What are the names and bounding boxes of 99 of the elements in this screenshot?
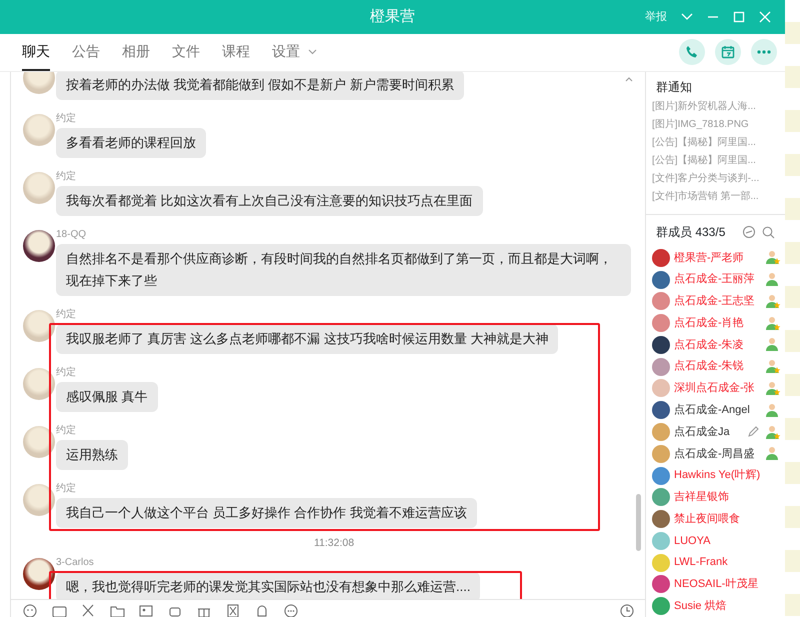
avatar bbox=[23, 484, 55, 516]
tab[interactable]: 相册 bbox=[122, 41, 150, 71]
member-item[interactable]: 禁止夜间喂食 bbox=[646, 508, 785, 530]
timestamp: 11:32:08 bbox=[312, 536, 356, 551]
collapse-icon[interactable] bbox=[625, 76, 633, 82]
history-icon[interactable] bbox=[620, 604, 635, 617]
message-bubble: 我每次看都觉着 比如这次看有上次自己没有注意要的知识技巧点在里面 bbox=[56, 186, 483, 216]
member-avatar bbox=[652, 575, 670, 594]
smiley-icon[interactable] bbox=[23, 604, 38, 617]
more-icon bbox=[757, 50, 771, 54]
message-bubble: 感叹佩服 真牛 bbox=[56, 382, 158, 412]
member-avatar bbox=[652, 336, 670, 354]
member-avatar bbox=[652, 401, 670, 420]
maximize-icon bbox=[733, 11, 745, 23]
message-bubble: 我叹服老师了 真厉害 这么多点老师哪都不漏 这技巧我啥时候运用数量 大神就是大神 bbox=[56, 324, 558, 354]
notice-item[interactable]: [公告]【揭秘】阿里国... bbox=[646, 134, 785, 152]
sender-name: 约定 bbox=[56, 170, 77, 184]
sender-name: 约定 bbox=[56, 112, 77, 126]
window-title: 橙果营 bbox=[370, 6, 415, 27]
member-filter-icon[interactable] bbox=[742, 225, 756, 239]
avatar bbox=[23, 230, 55, 262]
notice-item[interactable]: [文件]客户分类与谈判-... bbox=[646, 170, 785, 188]
member-item[interactable]: 点石成金-朱凌 bbox=[646, 334, 785, 356]
avatar bbox=[23, 310, 55, 342]
calendar-button[interactable] bbox=[715, 39, 741, 65]
tab[interactable]: 课程 bbox=[222, 41, 250, 71]
message-bubble: 按着老师的办法做 我觉着都能做到 假如不是新户 新户需要时间积累 bbox=[56, 72, 464, 100]
member-avatar bbox=[652, 532, 670, 550]
member-avatar bbox=[652, 270, 670, 289]
member-item[interactable]: NEOSAIL-叶茂星 bbox=[646, 573, 785, 596]
sender-name: 18-QQ bbox=[56, 228, 88, 242]
member-item[interactable]: 点石成金-王丽萍 bbox=[646, 268, 785, 291]
member-avatar bbox=[652, 248, 670, 267]
message-bubble: 自然排名不是看那个供应商诊断，有段时间我的自然排名页都做到了第一页，而且都是大词啊，现在掉下来了些 bbox=[56, 244, 631, 296]
message-bubble: 多看看老师的课程回放 bbox=[56, 128, 206, 158]
sender-name: 约定 bbox=[56, 366, 77, 380]
member-item[interactable]: 吉祥星银饰 bbox=[646, 486, 785, 508]
sender-name: 约定 bbox=[56, 424, 77, 438]
notice-item[interactable]: [图片]IMG_7818.PNG bbox=[646, 116, 785, 134]
tab[interactable]: 文件 bbox=[172, 41, 200, 71]
member-avatar bbox=[652, 358, 670, 376]
notice-item[interactable]: [公告]【揭秘】阿里国... bbox=[646, 152, 785, 170]
member-item[interactable]: 深圳点石成金-张 bbox=[646, 378, 785, 400]
member-avatar bbox=[652, 444, 670, 463]
folder-icon[interactable] bbox=[110, 604, 125, 617]
member-avatar bbox=[652, 466, 670, 485]
maximize-button[interactable] bbox=[733, 11, 745, 23]
avatar bbox=[23, 368, 55, 400]
member-avatar bbox=[652, 292, 670, 310]
message-bubble: 我自己一个人做这个平台 员工多好操作 合作协作 我觉着不难运营应该 bbox=[56, 498, 477, 528]
image-icon[interactable] bbox=[139, 604, 154, 617]
message-bubble: 运用熟练 bbox=[56, 440, 128, 470]
member-item[interactable]: 点石成金-朱锐 bbox=[646, 356, 785, 378]
more-icon[interactable] bbox=[284, 604, 299, 617]
search-icon[interactable] bbox=[762, 226, 775, 238]
member-avatar bbox=[652, 379, 670, 398]
notice-heading: 群通知 bbox=[655, 79, 693, 96]
sender-name: 约定 bbox=[56, 482, 77, 496]
avatar bbox=[23, 114, 55, 146]
member-avatar bbox=[652, 510, 670, 528]
member-avatar bbox=[652, 597, 670, 616]
member-avatar bbox=[652, 554, 670, 572]
member-item[interactable]: 点石成金-肖艳 bbox=[646, 312, 785, 334]
chevron-icon bbox=[681, 13, 693, 21]
dropdown-button[interactable] bbox=[681, 13, 693, 21]
scissors-icon[interactable] bbox=[81, 604, 96, 617]
member-item[interactable]: 点石成金-Angel bbox=[646, 399, 785, 422]
sender-name: 3-Carlos bbox=[56, 556, 95, 570]
member-item[interactable]: LWL-Frank bbox=[646, 552, 785, 574]
member-avatar bbox=[652, 488, 670, 506]
notice-item[interactable]: [图片]新外贸机器人海... bbox=[646, 98, 785, 116]
close-icon bbox=[759, 11, 771, 23]
member-item[interactable]: 点石成金Ja bbox=[646, 421, 785, 443]
calendar-icon bbox=[721, 45, 735, 59]
member-item[interactable]: LUOYA bbox=[646, 530, 785, 552]
notice-item[interactable]: [文件]市场营销 第一部... bbox=[646, 188, 785, 206]
member-item[interactable]: 点石成金-王志坚 bbox=[646, 290, 785, 312]
edit-icon[interactable] bbox=[747, 426, 759, 438]
more-button[interactable] bbox=[751, 39, 777, 65]
phone-icon bbox=[685, 45, 699, 59]
close-button[interactable] bbox=[759, 11, 771, 23]
scrollbar-thumb[interactable] bbox=[636, 494, 641, 551]
member-avatar bbox=[652, 423, 670, 441]
members-heading: 群成员 433/5 bbox=[656, 224, 726, 241]
sender-name: 约定 bbox=[56, 308, 77, 322]
member-item[interactable]: Hawkins Ye(叶辉) bbox=[646, 464, 785, 486]
member-item[interactable]: 点石成金-周昌盛 bbox=[646, 442, 785, 465]
report-button[interactable]: 举报 bbox=[645, 8, 667, 26]
phone-button[interactable] bbox=[679, 39, 705, 65]
avatar bbox=[23, 426, 55, 458]
avatar bbox=[23, 558, 55, 590]
message-bubble: 嗯，我也觉得听完老师的课发觉其实国际站也没有想象中那么难运营.... bbox=[56, 572, 480, 599]
member-item[interactable]: 橙果营-严老师 bbox=[646, 247, 785, 269]
tab[interactable]: 设置 bbox=[272, 41, 317, 71]
member-item[interactable]: Susie 烘焙 bbox=[646, 595, 785, 617]
tab[interactable]: 公告 bbox=[72, 41, 100, 71]
document-icon[interactable] bbox=[226, 604, 241, 617]
avatar bbox=[23, 172, 55, 204]
member-avatar bbox=[652, 314, 670, 332]
